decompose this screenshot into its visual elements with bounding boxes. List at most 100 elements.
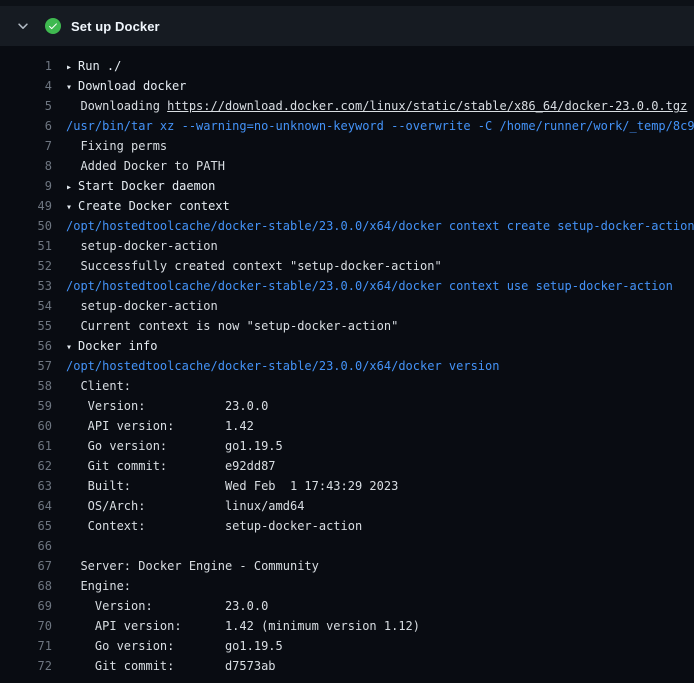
- log-line-content: ▾Download docker: [66, 76, 694, 96]
- log-text: Downloading: [66, 99, 167, 113]
- group-toggle-icon[interactable]: ▾: [66, 342, 72, 353]
- log-line-content: ▾ Docker info: [66, 336, 694, 356]
- step-header[interactable]: Set up Docker: [0, 6, 694, 46]
- log-line: 71 Go version: go1.19.5: [0, 636, 694, 656]
- log-line-content: ▸Run ./: [66, 56, 694, 76]
- log-line: 70 API version: 1.42 (minimum version 1.…: [0, 616, 694, 636]
- line-number[interactable]: 57: [8, 356, 52, 376]
- log-line: 64 OS/Arch: linux/amd64: [0, 496, 694, 516]
- log-text: /usr/bin/tar xz --warning=no-unknown-key…: [66, 119, 694, 133]
- log-line: 63 Built: Wed Feb 1 17:43:29 2023: [0, 476, 694, 496]
- log-line-content: Context: setup-docker-action: [66, 516, 694, 536]
- line-number[interactable]: 67: [8, 556, 52, 576]
- log-line: 5 Downloading https://download.docker.co…: [0, 96, 694, 116]
- line-number[interactable]: 55: [8, 316, 52, 336]
- log-text: /opt/hostedtoolcache/docker-stable/23.0.…: [66, 279, 673, 293]
- log-line-content: Server: Docker Engine - Community: [66, 556, 694, 576]
- log-line: 52 Successfully created context "setup-d…: [0, 256, 694, 276]
- line-number[interactable]: 60: [8, 416, 52, 436]
- log-text: Context: setup-docker-action: [66, 519, 362, 533]
- log-text: /opt/hostedtoolcache/docker-stable/23.0.…: [66, 219, 694, 233]
- line-number[interactable]: 59: [8, 396, 52, 416]
- line-number[interactable]: 64: [8, 496, 52, 516]
- group-toggle-icon[interactable]: ▸: [66, 62, 72, 73]
- log-line-content: Successfully created context "setup-dock…: [66, 256, 694, 276]
- log-line-content: Engine:: [66, 576, 694, 596]
- group-toggle-icon[interactable]: ▾: [66, 202, 72, 213]
- log-line-content: Current context is now "setup-docker-act…: [66, 316, 694, 336]
- line-number[interactable]: 63: [8, 476, 52, 496]
- line-number[interactable]: 54: [8, 296, 52, 316]
- log-text: Go version: go1.19.5: [66, 439, 283, 453]
- line-number[interactable]: 8: [8, 156, 52, 176]
- line-number[interactable]: 49: [8, 196, 52, 216]
- group-toggle-icon[interactable]: ▾: [66, 82, 72, 93]
- log-line: 69 Version: 23.0.0: [0, 596, 694, 616]
- log-line: 67 Server: Docker Engine - Community: [0, 556, 694, 576]
- log-line-content: /opt/hostedtoolcache/docker-stable/23.0.…: [66, 216, 694, 236]
- log-text: setup-docker-action: [66, 239, 218, 253]
- log-line-content: OS/Arch: linux/amd64: [66, 496, 694, 516]
- log-line: 53 /opt/hostedtoolcache/docker-stable/23…: [0, 276, 694, 296]
- line-number[interactable]: 66: [8, 536, 52, 556]
- line-number[interactable]: 62: [8, 456, 52, 476]
- log-line-content: ▾ Create Docker context: [66, 196, 694, 216]
- log-text: Create Docker context: [78, 199, 230, 213]
- log-text: /opt/hostedtoolcache/docker-stable/23.0.…: [66, 359, 499, 373]
- line-number[interactable]: 68: [8, 576, 52, 596]
- log-line-content: Go version: go1.19.5: [66, 436, 694, 456]
- log-text: Version: 23.0.0: [66, 599, 268, 613]
- log-text: Client:: [66, 379, 131, 393]
- log-line-content: Fixing perms: [66, 136, 694, 156]
- log-line: 54 setup-docker-action: [0, 296, 694, 316]
- log-line-content: Client:: [66, 376, 694, 396]
- line-number[interactable]: 7: [8, 136, 52, 156]
- log-line-content: /usr/bin/tar xz --warning=no-unknown-key…: [66, 116, 694, 136]
- log-line: 59 Version: 23.0.0: [0, 396, 694, 416]
- chevron-down-icon[interactable]: [16, 19, 30, 33]
- success-check-icon: [45, 18, 61, 34]
- log-text: Engine:: [66, 579, 131, 593]
- line-number[interactable]: 58: [8, 376, 52, 396]
- log-text: Version: 23.0.0: [66, 399, 268, 413]
- line-number[interactable]: 56: [8, 336, 52, 356]
- line-number[interactable]: 50: [8, 216, 52, 236]
- log-line: 4 ▾Download docker: [0, 76, 694, 96]
- line-number[interactable]: 65: [8, 516, 52, 536]
- log-line: 49 ▾ Create Docker context: [0, 196, 694, 216]
- line-number[interactable]: 51: [8, 236, 52, 256]
- log-text: Go version: go1.19.5: [66, 639, 283, 653]
- line-number[interactable]: 71: [8, 636, 52, 656]
- log-text: API version: 1.42: [66, 419, 254, 433]
- log-line: 50 /opt/hostedtoolcache/docker-stable/23…: [0, 216, 694, 236]
- log-line-content: ▸ Start Docker daemon: [66, 176, 694, 196]
- line-number[interactable]: 69: [8, 596, 52, 616]
- group-toggle-icon[interactable]: ▸: [66, 182, 72, 193]
- log-line: 60 API version: 1.42: [0, 416, 694, 436]
- line-number[interactable]: 6: [8, 116, 52, 136]
- log-text: Git commit: d7573ab: [66, 659, 276, 673]
- line-number[interactable]: 61: [8, 436, 52, 456]
- log-lines: 1 ▸Run ./ 4 ▾Download docker 5 Downloadi…: [0, 56, 694, 676]
- log-line-content: /opt/hostedtoolcache/docker-stable/23.0.…: [66, 356, 694, 376]
- log-line: 8 Added Docker to PATH: [0, 156, 694, 176]
- log-line: 6 /usr/bin/tar xz --warning=no-unknown-k…: [0, 116, 694, 136]
- log-line: 56 ▾ Docker info: [0, 336, 694, 356]
- line-number[interactable]: 4: [8, 76, 52, 96]
- line-number[interactable]: 1: [8, 56, 52, 76]
- log-line: 55 Current context is now "setup-docker-…: [0, 316, 694, 336]
- line-number[interactable]: 9: [8, 176, 52, 196]
- log-text: Start Docker daemon: [78, 179, 215, 193]
- line-number[interactable]: 52: [8, 256, 52, 276]
- log-line: 72 Git commit: d7573ab: [0, 656, 694, 676]
- log-text: Docker info: [78, 339, 157, 353]
- line-number[interactable]: 53: [8, 276, 52, 296]
- log-line: 7 Fixing perms: [0, 136, 694, 156]
- log-line-content: Version: 23.0.0: [66, 396, 694, 416]
- log-line-content: setup-docker-action: [66, 236, 694, 256]
- log-line: 58 Client:: [0, 376, 694, 396]
- log-link[interactable]: https://download.docker.com/linux/static…: [167, 99, 687, 113]
- line-number[interactable]: 70: [8, 616, 52, 636]
- line-number[interactable]: 72: [8, 656, 52, 676]
- line-number[interactable]: 5: [8, 96, 52, 116]
